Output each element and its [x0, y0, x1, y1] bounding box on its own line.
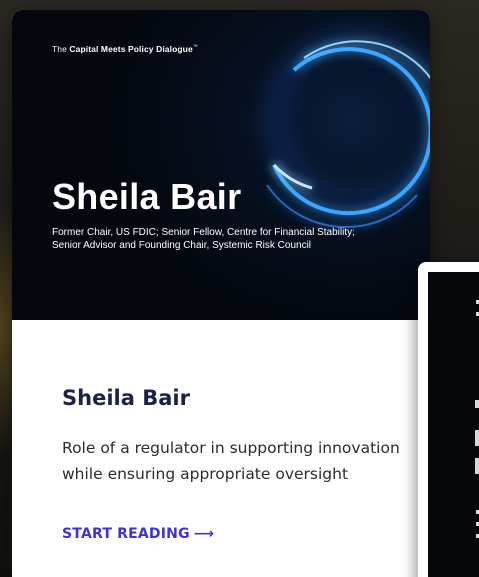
start-reading-link[interactable]: START READING ⟶: [62, 526, 214, 542]
card-title: Sheila Bair: [62, 386, 190, 410]
arrow-right-icon: ⟶: [193, 526, 215, 542]
brand-trademark: ™: [192, 44, 198, 51]
brand-prefix: The: [52, 44, 67, 54]
start-reading-label: START READING: [62, 526, 190, 542]
hero-speaker-name: Sheila Bair: [52, 176, 242, 217]
card-content: Sheila Bair Role of a regulator in suppo…: [12, 320, 430, 577]
article-card[interactable]: The Capital Meets Policy Dialogue™ Sheil…: [12, 10, 430, 577]
glowing-ring-graphic: [266, 29, 430, 229]
card-description: Role of a regulator in supporting innova…: [62, 439, 400, 483]
next-card-text-fragment: [475, 400, 479, 408]
hero-speaker-description: Former Chair, US FDIC; Senior Fellow, Ce…: [52, 227, 355, 251]
brand-name: Capital Meets Policy Dialogue: [69, 44, 193, 54]
next-card-hero-image: [428, 272, 479, 577]
next-card-text-fragment: [475, 430, 479, 446]
brand-label: The Capital Meets Policy Dialogue™: [52, 44, 198, 54]
card-hero-image: The Capital Meets Policy Dialogue™ Sheil…: [12, 10, 430, 320]
next-article-card[interactable]: [418, 262, 479, 577]
next-card-text-fragment: [475, 458, 479, 474]
